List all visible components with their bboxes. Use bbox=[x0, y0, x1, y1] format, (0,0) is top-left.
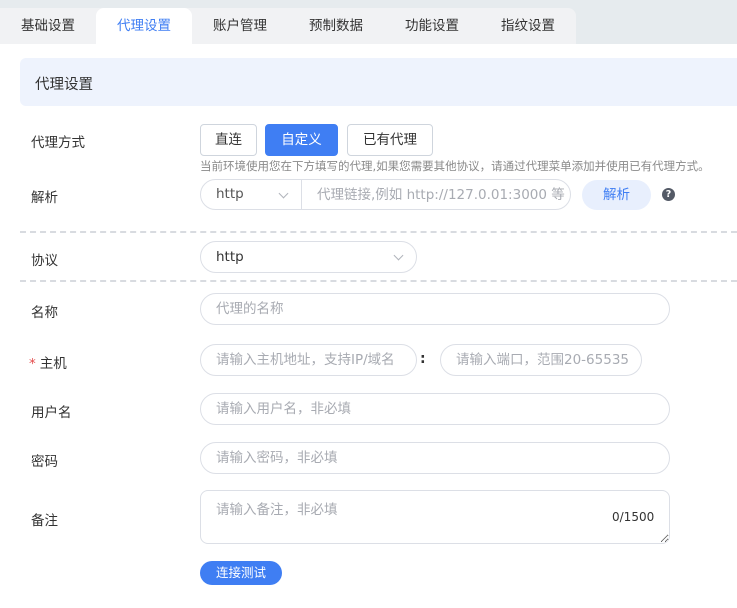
tab-basic-settings[interactable]: 基础设置 bbox=[0, 8, 96, 44]
remark-textarea[interactable] bbox=[200, 490, 670, 544]
proxy-mode-existing-button[interactable]: 已有代理 bbox=[347, 124, 433, 156]
parse-link-input[interactable] bbox=[302, 180, 570, 209]
protocol-label: 协议 bbox=[31, 253, 58, 269]
tab-fingerprint-settings[interactable]: 指纹设置 bbox=[480, 8, 576, 44]
section-title: 代理设置 bbox=[35, 77, 93, 93]
host-port-separator: : bbox=[420, 351, 426, 367]
password-input[interactable] bbox=[200, 442, 670, 474]
protocol-select[interactable]: http bbox=[200, 241, 417, 273]
tab-proxy-settings[interactable]: 代理设置 bbox=[96, 8, 192, 44]
name-label: 名称 bbox=[31, 305, 58, 321]
parse-protocol-select[interactable]: http bbox=[201, 180, 302, 209]
parse-button[interactable]: 解析 bbox=[582, 180, 651, 210]
tab-account-management[interactable]: 账户管理 bbox=[192, 8, 288, 44]
proxy-mode-hint: 当前环境使用您在下方填写的代理,如果您需要其他协议，请通过代理菜单添加并使用已有… bbox=[200, 159, 710, 173]
parse-protocol-value: http bbox=[216, 186, 244, 202]
chevron-down-icon bbox=[278, 188, 289, 199]
password-label: 密码 bbox=[31, 454, 58, 470]
connection-test-button[interactable]: 连接测试 bbox=[200, 561, 282, 585]
username-label: 用户名 bbox=[31, 405, 72, 421]
section-header: 代理设置 bbox=[20, 58, 737, 106]
port-input[interactable] bbox=[440, 344, 642, 376]
required-mark: * bbox=[29, 356, 36, 372]
divider bbox=[20, 280, 737, 282]
protocol-value: http bbox=[216, 249, 244, 265]
tab-preset-data[interactable]: 预制数据 bbox=[288, 8, 384, 44]
host-input[interactable] bbox=[200, 344, 417, 376]
host-label: * 主机 bbox=[29, 352, 67, 372]
host-label-text: 主机 bbox=[39, 356, 67, 372]
remark-char-counter: 0/1500 bbox=[612, 510, 655, 524]
proxy-mode-direct-button[interactable]: 直连 bbox=[200, 124, 257, 156]
parse-input-group: http bbox=[200, 179, 571, 210]
proxy-mode-label: 代理方式 bbox=[31, 135, 85, 151]
chevron-down-icon bbox=[393, 250, 404, 261]
username-input[interactable] bbox=[200, 393, 670, 425]
tab-feature-settings[interactable]: 功能设置 bbox=[384, 8, 480, 44]
divider bbox=[20, 231, 737, 233]
tab-bar: 基础设置 代理设置 账户管理 预制数据 功能设置 指纹设置 bbox=[0, 0, 737, 44]
name-input[interactable] bbox=[200, 293, 670, 325]
remark-label: 备注 bbox=[31, 513, 58, 529]
proxy-mode-custom-button[interactable]: 自定义 bbox=[265, 124, 338, 156]
parse-label: 解析 bbox=[31, 190, 58, 206]
help-icon[interactable]: ? bbox=[662, 188, 675, 201]
